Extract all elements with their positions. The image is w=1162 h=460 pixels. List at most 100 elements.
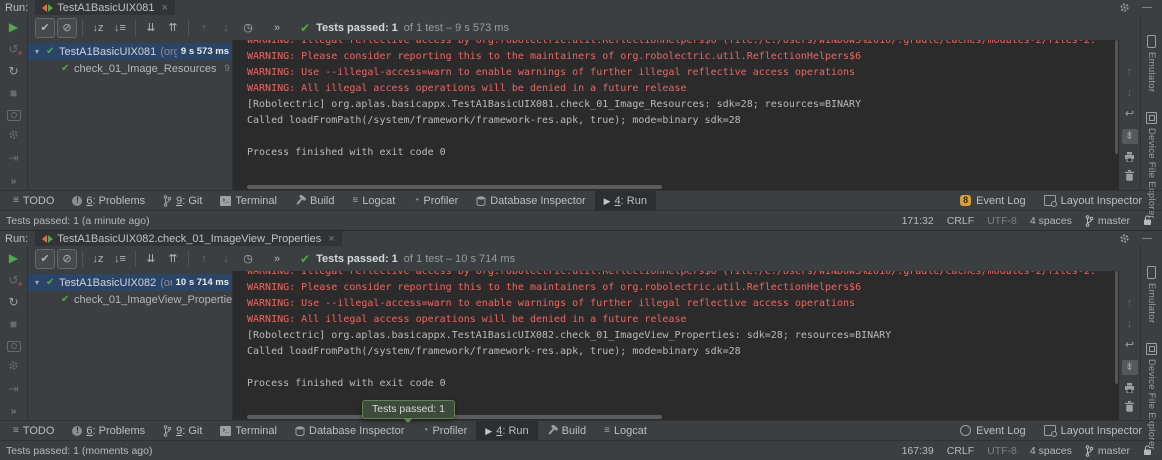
tool-button-todo[interactable]: ≡TODO	[4, 191, 63, 210]
soft-wrap-icon[interactable]: ↩	[1125, 108, 1134, 121]
tool-button-database-inspector[interactable]: Database Inspector	[286, 421, 413, 440]
console-line: WARNING: Please consider reporting this …	[247, 280, 1119, 296]
tool-button-profiler[interactable]: ◔Profiler	[413, 421, 476, 440]
test-settings-gear-icon[interactable]	[8, 129, 19, 143]
test-tree-row-child[interactable]: ✔ check_01_Image_Resources 9 s 573 ms	[28, 60, 232, 77]
vertical-scrollbar[interactable]	[1115, 271, 1118, 384]
encoding-selector[interactable]: UTF-8	[987, 215, 1017, 227]
indent-selector[interactable]: 4 spaces	[1030, 445, 1072, 457]
tool-button-terminal[interactable]: Terminal	[211, 421, 286, 440]
lock-icon[interactable]	[1143, 215, 1152, 226]
tool-button-problems[interactable]: 6: Problems	[63, 421, 154, 440]
exit-icon[interactable]: ⇥	[8, 382, 18, 396]
layout-inspector-button[interactable]: Layout Inspector	[1044, 195, 1142, 207]
hide-tool-window-icon[interactable]: —	[1142, 234, 1152, 244]
event-log-button[interactable]: 8Event Log	[960, 195, 1026, 207]
sort-alphabetically-icon[interactable]: ↓z	[88, 249, 108, 269]
encoding-selector[interactable]: UTF-8	[987, 445, 1017, 457]
test-settings-gear-icon[interactable]	[8, 360, 19, 374]
chevron-down-icon[interactable]: ▾	[35, 278, 46, 287]
tool-button-run[interactable]: ▶4: Run	[476, 421, 537, 440]
sort-by-duration-icon[interactable]: ↓≡	[110, 249, 130, 269]
tool-button-todo[interactable]: ≡TODO	[4, 421, 63, 440]
show-passed-toggle[interactable]: ✔	[35, 249, 55, 269]
console-output[interactable]: WARNING: Illegal reflective access by or…	[232, 40, 1119, 190]
hide-stripe-chevrons-icon[interactable]: »	[11, 406, 17, 417]
tool-button-problems[interactable]: 6: Problems	[63, 191, 154, 210]
show-ignored-toggle[interactable]: ⊘	[57, 249, 77, 269]
line-ending-selector[interactable]: CRLF	[947, 445, 974, 457]
scroll-to-end-icon[interactable]: ⇟	[1122, 360, 1138, 375]
layout-inspector-button[interactable]: Layout Inspector	[1044, 425, 1142, 437]
test-tree-row-root[interactable]: ▾ ✔ TestA1BasicUIX082 (org.aplas.basica …	[28, 274, 232, 291]
close-tab-icon[interactable]: ×	[161, 2, 167, 14]
more-actions-chevrons-icon[interactable]: »	[267, 18, 287, 38]
tool-button-git[interactable]: 9: Git	[154, 191, 211, 210]
vertical-scrollbar[interactable]	[1115, 40, 1118, 154]
tool-button-git[interactable]: 9: Git	[154, 421, 211, 440]
chevron-down-icon[interactable]: ▾	[35, 47, 46, 56]
settings-gear-icon[interactable]	[1119, 233, 1130, 244]
test-tree-row-root[interactable]: ▾ ✔ TestA1BasicUIX081 (org.aplas.basica …	[28, 43, 232, 60]
test-history-icon[interactable]: ◷	[238, 18, 258, 38]
print-icon[interactable]	[1124, 383, 1135, 393]
console-line: WARNING: All illegal access operations w…	[247, 81, 1119, 97]
test-tree-row-child[interactable]: ✔ check_01_ImageView_Properties 10 s 714…	[28, 291, 232, 308]
emulator-tool-button[interactable]: Emulator	[1146, 35, 1157, 92]
sort-alphabetically-icon[interactable]: ↓z	[88, 18, 108, 38]
more-actions-chevrons-icon[interactable]: »	[267, 249, 287, 269]
run-tab[interactable]: TestA1BasicUIX081 ×	[35, 0, 175, 15]
todo-icon: ≡	[13, 426, 19, 436]
rerun-button[interactable]: ▶	[9, 20, 18, 34]
console-line: Called loadFromPath(/system/framework/fr…	[247, 113, 1119, 129]
camera-icon[interactable]	[7, 341, 21, 352]
tool-button-profiler[interactable]: ◔Profiler	[404, 191, 467, 210]
tool-button-run[interactable]: ▶4: Run	[595, 191, 656, 210]
tool-button-build[interactable]: Build	[286, 191, 343, 210]
console-output[interactable]: WARNING: Illegal reflective access by or…	[232, 271, 1119, 420]
tool-button-build[interactable]: Build	[538, 421, 595, 440]
collapse-all-icon[interactable]: ⇈	[163, 249, 183, 269]
settings-gear-icon[interactable]	[1119, 2, 1130, 13]
git-branch-widget[interactable]: master	[1085, 215, 1130, 227]
hide-stripe-chevrons-icon[interactable]: »	[11, 176, 17, 187]
rerun-failed-tests-icon[interactable]: ↺	[8, 42, 18, 56]
hide-tool-window-icon[interactable]: —	[1142, 3, 1152, 13]
horizontal-scrollbar[interactable]	[247, 185, 662, 189]
tool-button-database-inspector[interactable]: Database Inspector	[467, 191, 594, 210]
caret-position[interactable]: 171:32	[902, 215, 934, 227]
collapse-all-icon[interactable]: ⇈	[163, 18, 183, 38]
scroll-to-end-icon[interactable]: ⇟	[1122, 129, 1138, 144]
console-line	[247, 360, 1119, 376]
tool-button-logcat[interactable]: ≡Logcat	[595, 421, 656, 440]
rerun-failed-tests-icon[interactable]: ↺	[8, 273, 18, 287]
sort-by-duration-icon[interactable]: ↓≡	[110, 18, 130, 38]
event-log-button[interactable]: Event Log	[960, 425, 1026, 437]
soft-wrap-icon[interactable]: ↩	[1125, 339, 1134, 352]
rerun-button[interactable]: ▶	[9, 251, 18, 265]
exit-icon[interactable]: ⇥	[8, 151, 18, 165]
clear-console-trash-icon[interactable]	[1125, 401, 1134, 412]
clear-console-trash-icon[interactable]	[1125, 170, 1134, 181]
toggle-auto-test-icon[interactable]: ↻	[8, 64, 18, 78]
expand-all-icon[interactable]: ⇊	[141, 249, 161, 269]
git-branch-widget[interactable]: master	[1085, 445, 1130, 457]
build-hammer-icon	[547, 425, 558, 436]
line-ending-selector[interactable]: CRLF	[947, 215, 974, 227]
tool-button-terminal[interactable]: Terminal	[211, 191, 286, 210]
camera-icon[interactable]	[7, 110, 21, 121]
caret-position[interactable]: 167:39	[902, 445, 934, 457]
close-tab-icon[interactable]: ×	[328, 233, 334, 245]
show-ignored-toggle[interactable]: ⊘	[57, 18, 77, 38]
emulator-tool-button[interactable]: Emulator	[1146, 266, 1157, 323]
toggle-auto-test-icon[interactable]: ↻	[8, 295, 18, 309]
indent-selector[interactable]: 4 spaces	[1030, 215, 1072, 227]
tool-button-logcat[interactable]: ≡Logcat	[343, 191, 404, 210]
run-tab[interactable]: TestA1BasicUIX082.check_01_ImageView_Pro…	[35, 231, 341, 246]
test-history-icon[interactable]: ◷	[238, 249, 258, 269]
show-passed-toggle[interactable]: ✔	[35, 18, 55, 38]
print-icon[interactable]	[1124, 152, 1135, 162]
expand-all-icon[interactable]: ⇊	[141, 18, 161, 38]
lock-icon[interactable]	[1143, 445, 1152, 456]
terminal-icon	[220, 196, 231, 206]
